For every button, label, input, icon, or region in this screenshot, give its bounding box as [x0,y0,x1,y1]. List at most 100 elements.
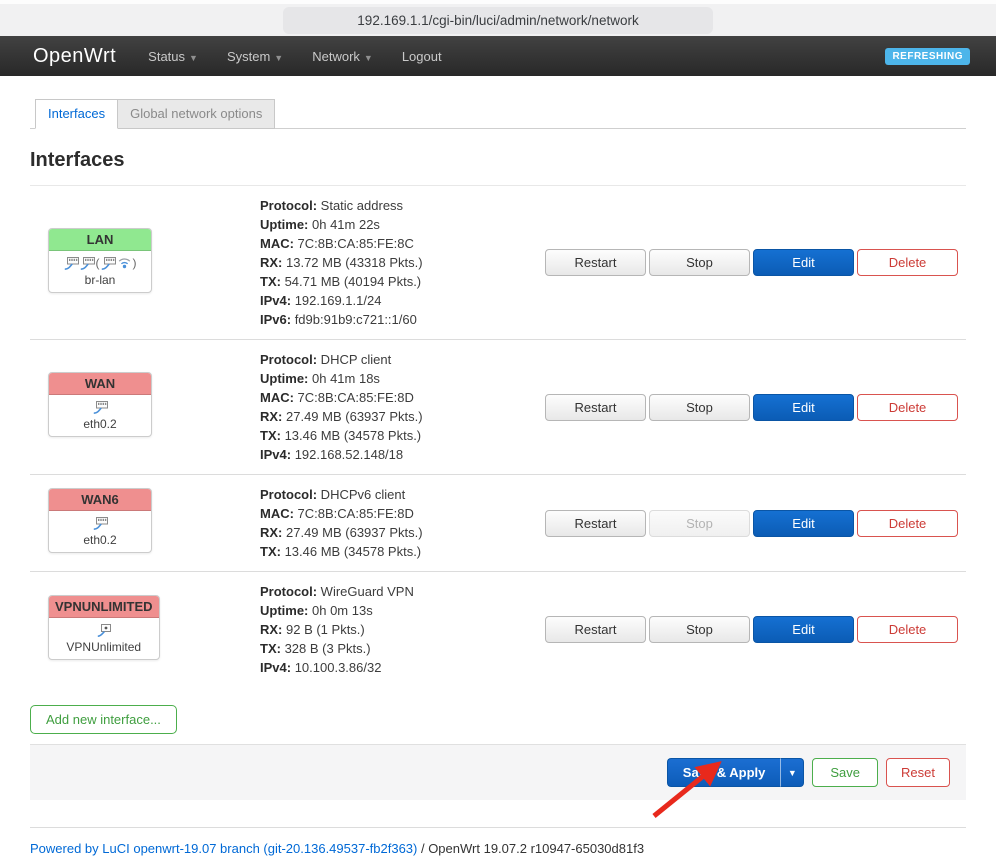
reset-button[interactable]: Reset [886,758,950,787]
delete-button[interactable]: Delete [857,394,958,421]
detail-line: TX: 54.71 MB (40194 Pkts.) [260,272,545,291]
footer-version-text: / OpenWrt 19.07.2 r10947-65030d81f3 [417,841,644,856]
interface-actions: RestartStopEditDelete [545,616,966,643]
save-button[interactable]: Save [812,758,878,787]
interface-row-wan: WAN eth0.2 Protocol: DHCP clientUptime: … [30,340,966,475]
stop-button[interactable]: Stop [649,249,750,276]
interface-icons [53,515,147,530]
bracket-open: ( [96,256,100,270]
detail-line: Protocol: DHCP client [260,350,545,369]
wifi-icon [117,257,132,270]
openwrt-logo: OpenWrt [33,45,116,68]
ethernet-icon [64,257,79,270]
detail-line: Protocol: DHCPv6 client [260,485,545,504]
interface-device: eth0.2 [53,417,147,431]
top-navbar: OpenWrt Status▼ System▼ Network▼ Logout … [0,36,996,76]
restart-button[interactable]: Restart [545,616,646,643]
interface-details: Protocol: DHCP clientUptime: 0h 41m 18sM… [260,340,545,474]
delete-button[interactable]: Delete [857,616,958,643]
page-title: Interfaces [30,149,966,186]
detail-line: Uptime: 0h 41m 22s [260,215,545,234]
tab-global-network-options[interactable]: Global network options [118,99,275,129]
interface-status-box: WAN6 eth0.2 [48,488,152,553]
interface-actions: RestartStopEditDelete [545,394,966,421]
edit-button[interactable]: Edit [753,394,854,421]
detail-line: MAC: 7C:8B:CA:85:FE:8C [260,234,545,253]
interface-icons [53,399,147,414]
detail-line: RX: 92 B (1 Pkts.) [260,620,545,639]
ethernet-icon [93,517,108,530]
restart-button[interactable]: Restart [545,510,646,537]
save-apply-button[interactable]: Save & Apply [667,758,781,787]
detail-line: RX: 27.49 MB (63937 Pkts.) [260,523,545,542]
detail-line: MAC: 7C:8B:CA:85:FE:8D [260,388,545,407]
detail-line: TX: 13.46 MB (34578 Pkts.) [260,542,545,561]
interface-details: Protocol: WireGuard VPNUptime: 0h 0m 13s… [260,572,545,687]
stop-button: Stop [649,510,750,537]
interface-icons [53,622,155,637]
detail-line: IPv4: 192.169.1.1/24 [260,291,545,310]
interface-row-vpnunlimited: VPNUNLIMITED VPNUnlimited Protocol: Wire… [30,572,966,687]
interface-status-box: WAN eth0.2 [48,372,152,437]
detail-line: Protocol: WireGuard VPN [260,582,545,601]
add-new-interface-button[interactable]: Add new interface... [30,705,177,734]
interface-name: WAN6 [49,489,151,511]
interface-status-box: LAN () br-lan [48,228,152,293]
browser-address-bar: 192.169.1.1/cgi-bin/luci/admin/network/n… [0,0,996,36]
interface-details: Protocol: Static addressUptime: 0h 41m 2… [260,186,545,339]
page-footer: Powered by LuCI openwrt-19.07 branch (gi… [30,827,966,856]
save-apply-split-button: Save & Apply ▼ [667,758,805,787]
detail-line: IPv6: fd9b:91b9:c721::1/60 [260,310,545,329]
delete-button[interactable]: Delete [857,510,958,537]
detail-line: RX: 13.72 MB (43318 Pkts.) [260,253,545,272]
detail-line: IPv4: 10.100.3.86/32 [260,658,545,677]
restart-button[interactable]: Restart [545,394,646,421]
ethernet-icon [93,401,108,414]
bracket-close: ) [133,256,137,270]
interface-device: eth0.2 [53,533,147,547]
interface-list: LAN () br-lan Protocol: Static addressUp… [30,186,966,687]
interface-details: Protocol: DHCPv6 clientMAC: 7C:8B:CA:85:… [260,475,545,571]
interface-actions: RestartStopEditDelete [545,510,966,537]
tab-bar: Interfaces Global network options [30,99,966,129]
interface-actions: RestartStopEditDelete [545,249,966,276]
edit-button[interactable]: Edit [753,616,854,643]
detail-line: TX: 328 B (3 Pkts.) [260,639,545,658]
detail-line: TX: 13.46 MB (34578 Pkts.) [260,426,545,445]
ethernet-icon [80,257,95,270]
nav-item-status[interactable]: Status▼ [148,49,198,64]
detail-line: IPv4: 192.168.52.148/18 [260,445,545,464]
tab-interfaces[interactable]: Interfaces [35,99,118,129]
save-apply-dropdown-caret-icon[interactable]: ▼ [780,758,804,787]
interface-name: VPNUNLIMITED [49,596,159,618]
interface-name: WAN [49,373,151,395]
interface-row-wan6: WAN6 eth0.2 Protocol: DHCPv6 clientMAC: … [30,475,966,572]
footer-luci-link[interactable]: Powered by LuCI openwrt-19.07 branch (gi… [30,841,417,856]
nav-item-system[interactable]: System▼ [227,49,283,64]
chevron-down-icon: ▼ [274,53,283,63]
interface-status-box: VPNUNLIMITED VPNUnlimited [48,595,160,660]
interface-row-lan: LAN () br-lan Protocol: Static addressUp… [30,186,966,340]
interface-icons: () [53,255,147,270]
form-action-bar: Save & Apply ▼ Save Reset [30,744,966,800]
detail-line: RX: 27.49 MB (63937 Pkts.) [260,407,545,426]
tunnel-icon [97,624,111,637]
detail-line: Uptime: 0h 41m 18s [260,369,545,388]
edit-button[interactable]: Edit [753,510,854,537]
ethernet-icon [101,257,116,270]
interface-name: LAN [49,229,151,251]
stop-button[interactable]: Stop [649,616,750,643]
edit-button[interactable]: Edit [753,249,854,276]
delete-button[interactable]: Delete [857,249,958,276]
nav-item-network[interactable]: Network▼ [312,49,373,64]
chevron-down-icon: ▼ [189,53,198,63]
detail-line: Uptime: 0h 0m 13s [260,601,545,620]
restart-button[interactable]: Restart [545,249,646,276]
stop-button[interactable]: Stop [649,394,750,421]
chevron-down-icon: ▼ [364,53,373,63]
address-bar-url[interactable]: 192.169.1.1/cgi-bin/luci/admin/network/n… [283,7,713,34]
interface-device: VPNUnlimited [53,640,155,654]
nav-item-logout[interactable]: Logout [402,49,442,64]
detail-line: MAC: 7C:8B:CA:85:FE:8D [260,504,545,523]
detail-line: Protocol: Static address [260,196,545,215]
